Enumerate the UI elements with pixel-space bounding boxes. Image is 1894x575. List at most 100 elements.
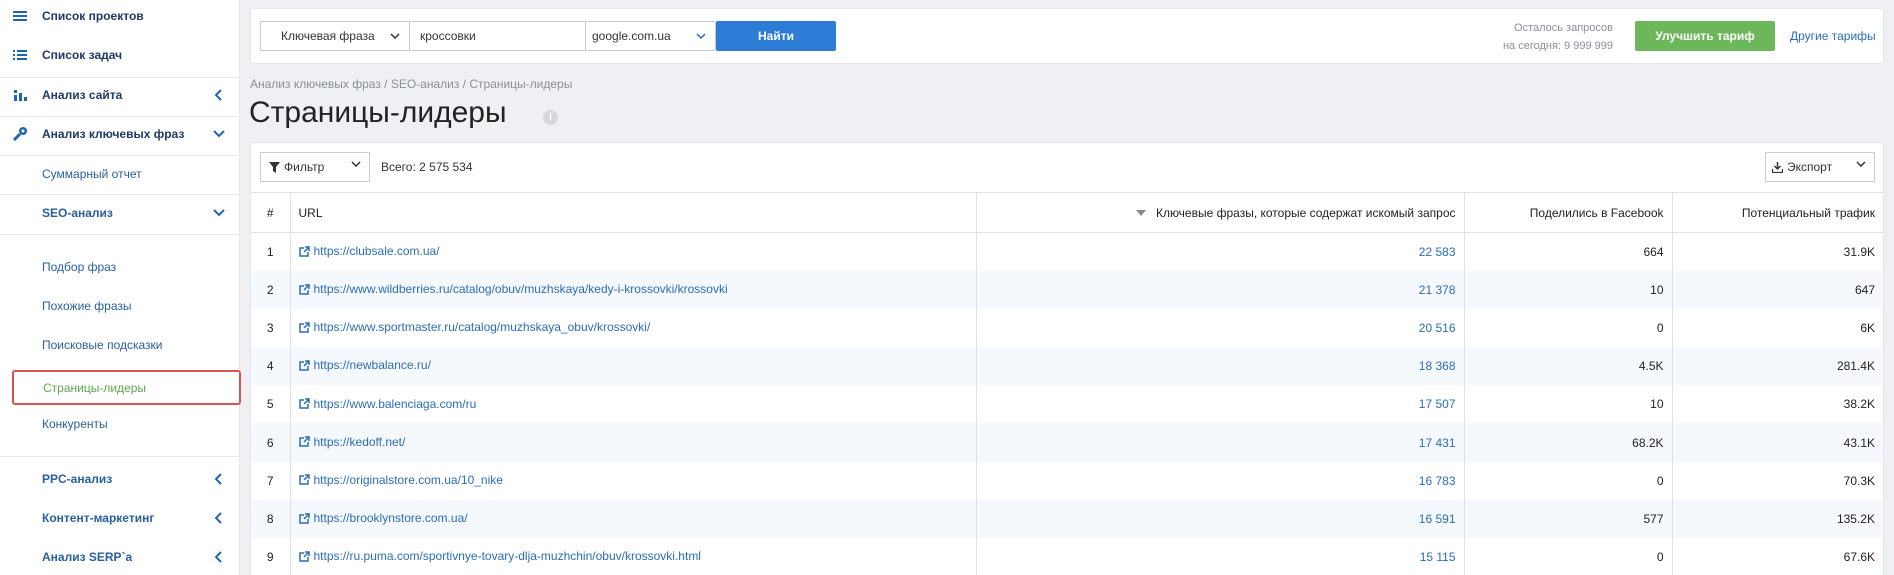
row-phrases[interactable]: 16 591 (976, 499, 1465, 538)
external-link-icon (298, 436, 310, 448)
search-bar: Ключевая фраза кроссовки google.com.ua Н… (250, 8, 1884, 64)
sidebar: Список проектов Список задач Анализ сайт… (0, 0, 241, 575)
row-traffic: 67.6K (1843, 550, 1875, 565)
sidebar-item-keyword-analysis[interactable]: Анализ ключевых фраз (0, 115, 240, 153)
sidebar-item-projects[interactable]: Список проектов (0, 0, 240, 35)
row-number: 6 (251, 423, 291, 462)
info-icon[interactable]: i (543, 110, 558, 125)
table-row: 4 https://newbalance.ru/18 368 4.5K 281.4K (251, 347, 1883, 386)
row-url-cell: https://newbalance.ru/ (290, 347, 977, 386)
sidebar-item-label: PPC-анализ (42, 472, 113, 486)
search-input[interactable]: кроссовки (410, 21, 586, 51)
column-header-traffic[interactable]: Потенциальный трафик (1672, 192, 1883, 233)
export-button[interactable]: Экспорт (1765, 152, 1875, 182)
sort-desc-icon (1135, 210, 1146, 217)
sidebar-item-seo-analysis[interactable]: SEO-анализ (0, 194, 240, 232)
row-url-cell: https://www.balenciaga.com/ru (290, 385, 977, 424)
sidebar-item-search-suggestions[interactable]: Поисковые подсказки (0, 326, 240, 364)
row-url: https://ru.puma.com/sportivnye-tovary-dl… (313, 549, 701, 564)
row-facebook: 68.2K (1464, 423, 1673, 462)
column-header-phrases[interactable]: Ключевые фразы, которые содержат искомый… (976, 192, 1465, 233)
tasks-list-icon (12, 47, 28, 63)
row-phrases[interactable]: 16 783 (976, 461, 1465, 500)
other-tariffs-link[interactable]: Другие тарифы (1790, 29, 1876, 43)
sidebar-item-summary[interactable]: Суммарный отчет (0, 155, 240, 193)
external-link-icon (298, 398, 310, 409)
filter-icon (269, 161, 280, 173)
sidebar-item-label: Контент-маркетинг (42, 511, 155, 525)
external-link[interactable]: https://www.wildberries.ru/catalog/obuv/… (298, 282, 728, 297)
row-phrases[interactable]: 21 378 (976, 270, 1465, 309)
external-link-icon (298, 512, 310, 524)
filter-button[interactable]: Фильтр (260, 152, 370, 182)
row-facebook: 0 (1464, 308, 1673, 348)
upgrade-tariff-button[interactable]: Улучшить тариф (1635, 21, 1775, 51)
sidebar-item-phrase-selection[interactable]: Подбор фраз (0, 248, 240, 286)
sidebar-item-leader-pages[interactable]: Страницы-лидеры (12, 370, 241, 405)
row-number: 5 (251, 385, 291, 424)
row-phrases[interactable]: 15 115 (976, 538, 1465, 575)
row-url-cell: https://www.sportmaster.ru/catalog/muzhs… (290, 308, 977, 348)
external-link[interactable]: https://ru.puma.com/sportivnye-tovary-dl… (298, 549, 701, 564)
row-phrases[interactable]: 17 431 (976, 423, 1465, 462)
row-url: https://kedoff.net/ (313, 434, 406, 449)
external-link[interactable]: https://kedoff.net/ (298, 434, 406, 449)
row-url-cell: https://www.wildberries.ru/catalog/obuv/… (290, 270, 977, 309)
column-header-phrases-label: Ключевые фразы, которые содержат искомый… (1155, 205, 1456, 220)
column-header-facebook[interactable]: Поделились в Facebook (1464, 192, 1673, 233)
row-phrases[interactable]: 20 516 (976, 308, 1465, 348)
sidebar-item-serp-analysis[interactable]: Анализ SERP`a (0, 538, 240, 575)
sidebar-item-competitors[interactable]: Конкуренты (0, 405, 240, 443)
external-link[interactable]: https://www.balenciaga.com/ru (298, 397, 476, 411)
table-row: 7 https://originalstore.com.ua/10_nike 16 … (251, 461, 1883, 500)
external-link[interactable]: https://newbalance.ru/ (298, 358, 431, 372)
external-link-icon (298, 283, 310, 295)
export-label: Экспорт (1787, 160, 1833, 174)
search-type-select[interactable]: Ключевая фраза (260, 21, 410, 51)
row-facebook: 0 (1464, 538, 1673, 575)
key-icon (12, 126, 28, 142)
row-traffic: 31.9K (1843, 244, 1875, 259)
table-row: 8 https://brooklynstore.com.ua/16 591 577 1… (251, 499, 1883, 538)
sidebar-item-label: Список задач (42, 48, 123, 62)
external-link[interactable]: https://originalstore.com.ua/10_nike (298, 473, 503, 487)
download-icon (1772, 161, 1783, 173)
row-phrases[interactable]: 17 507 (976, 385, 1465, 424)
row-number: 7 (251, 461, 291, 500)
sidebar-item-label: Страницы-лидеры (43, 381, 147, 395)
row-phrases[interactable]: 22 583 (976, 232, 1465, 271)
row-traffic: 647 (1672, 270, 1883, 309)
chevron-down-icon (212, 206, 226, 220)
site-analysis-icon (12, 87, 28, 103)
row-url: https://www.wildberries.ru/catalog/obuv/… (313, 282, 728, 297)
chevron-down-icon (695, 30, 707, 42)
search-engine-select[interactable]: google.com.ua (586, 21, 716, 51)
chevron-down-icon (351, 161, 361, 167)
row-facebook: 4.5K (1464, 347, 1673, 386)
sidebar-item-content-marketing[interactable]: Контент-маркетинг (0, 499, 240, 537)
sidebar-item-similar-phrases[interactable]: Похожие фразы (0, 287, 240, 325)
row-number: 1 (251, 232, 291, 271)
menu-icon (12, 8, 28, 24)
external-link[interactable]: https://www.sportmaster.ru/catalog/muzhs… (298, 320, 650, 334)
row-url-cell: https://originalstore.com.ua/10_nike (290, 461, 977, 500)
row-url: https://brooklynstore.com.ua/ (313, 511, 468, 526)
row-facebook: 10 (1464, 385, 1673, 424)
table-row: 6 https://kedoff.net/17 431 68.2K 43.1K (251, 423, 1883, 462)
external-link[interactable]: https://brooklynstore.com.ua/ (298, 511, 468, 526)
find-button[interactable]: Найти (716, 21, 836, 51)
sidebar-item-label: Суммарный отчет (42, 167, 142, 181)
column-header-url[interactable]: URL (290, 192, 977, 233)
row-phrases[interactable]: 18 368 (976, 347, 1465, 386)
breadcrumb[interactable]: Анализ ключевых фраз / SEO-анализ / Стра… (250, 77, 572, 91)
column-header-number: # (251, 192, 291, 233)
quota-line1: Осталось запросов (1514, 22, 1613, 34)
external-link[interactable]: https://clubsale.com.ua/ (298, 244, 440, 258)
sidebar-item-ppc-analysis[interactable]: PPC-анализ (0, 460, 240, 498)
filter-label: Фильтр (284, 160, 325, 174)
sidebar-item-tasks[interactable]: Список задач (0, 36, 240, 74)
search-engine-value: google.com.ua (592, 29, 671, 43)
external-link-icon (298, 245, 310, 257)
quota-info: Осталось запросов на сегодня: 9 999 999 (1503, 19, 1613, 55)
sidebar-item-site-analysis[interactable]: Анализ сайта (0, 76, 240, 114)
